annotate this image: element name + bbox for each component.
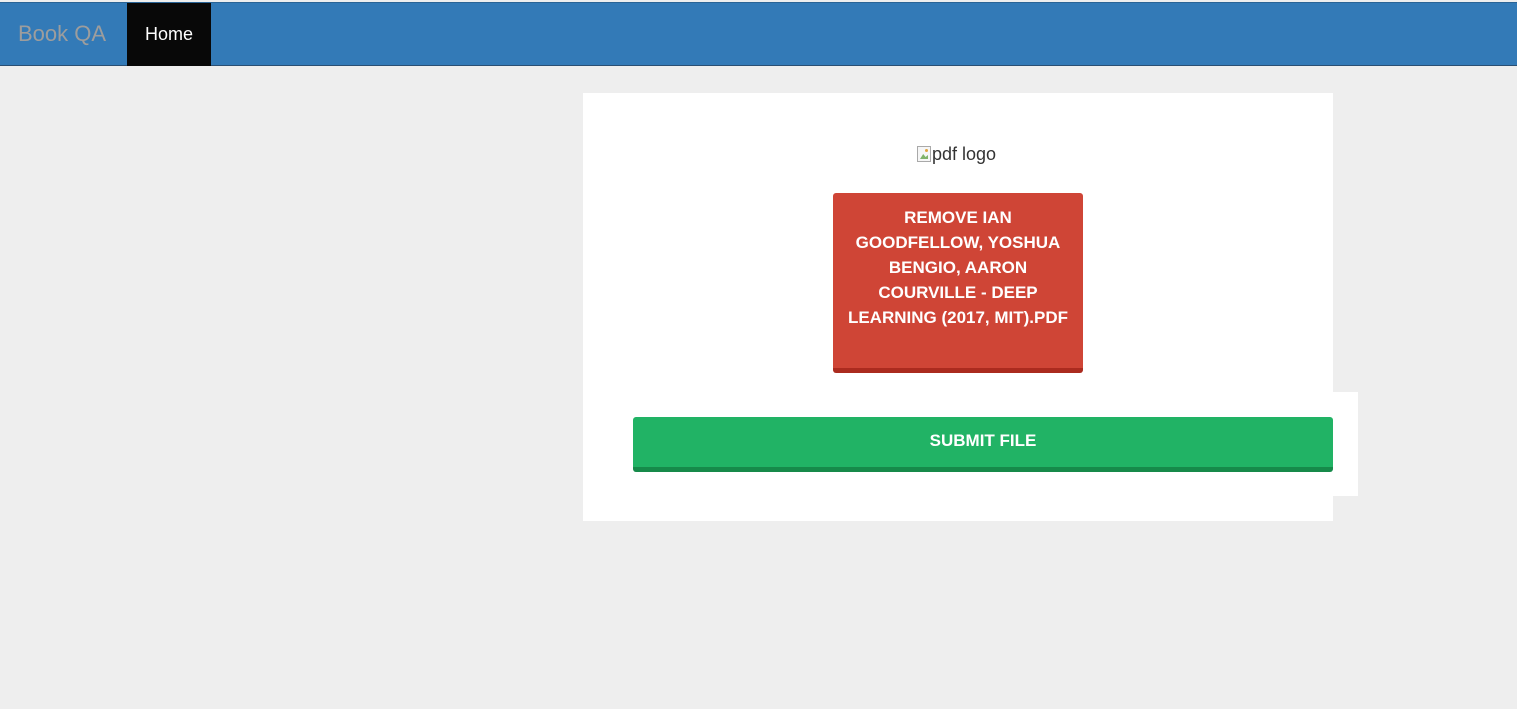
broken-image-icon <box>917 146 931 162</box>
pdf-logo-image: pdf logo <box>917 144 996 164</box>
nav-item-home[interactable]: Home <box>127 3 211 66</box>
remove-file-button[interactable]: REMOVE IAN GOODFELLOW, YOSHUA BENGIO, AA… <box>833 193 1083 373</box>
submit-file-button[interactable]: SUBMIT FILE <box>633 417 1333 472</box>
upload-card: pdf logo REMOVE IAN GOODFELLOW, YOSHUA B… <box>583 93 1333 521</box>
card-side-tab <box>1330 392 1358 496</box>
brand-link[interactable]: Book QA <box>18 3 106 65</box>
pdf-logo-alt-text: pdf logo <box>932 143 997 164</box>
top-navbar: Book QA Home <box>0 2 1517 66</box>
